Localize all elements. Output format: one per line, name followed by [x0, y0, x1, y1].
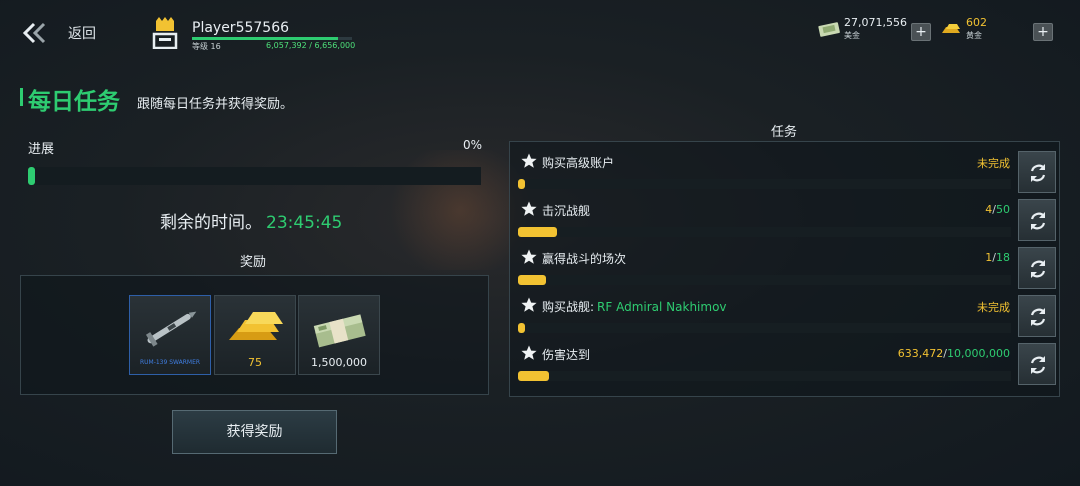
back-label: 返回: [68, 26, 96, 42]
refresh-icon: [1030, 260, 1046, 278]
task-progress-fill: [518, 227, 558, 237]
reward-label-cash: 1,500,000: [311, 356, 367, 369]
time-remaining: 剩余的时间。 23:45:45: [160, 208, 342, 233]
refresh-task-button[interactable]: [1018, 151, 1056, 193]
currency-gold: 602 黄金: [940, 16, 987, 41]
task-row: 赢得战斗的场次 1/18: [514, 242, 1014, 290]
progress-label: 进展: [28, 142, 55, 157]
star-icon: [521, 201, 537, 216]
task-status: 未完成: [977, 157, 1010, 170]
gold-value: 602: [966, 16, 987, 29]
level-label: 等级 16: [192, 42, 221, 51]
tasks-title: 任务: [771, 125, 798, 140]
task-status: 4/50: [985, 203, 1010, 216]
reward-label-gold: 75: [248, 356, 262, 369]
rewards-title: 奖励: [240, 255, 267, 270]
refresh-icon: [1030, 212, 1046, 230]
page-title: 每日任务: [28, 89, 120, 115]
daily-progress-bar: [28, 167, 481, 185]
task-progress-bar: [518, 227, 1011, 237]
star-icon: [521, 153, 537, 168]
task-row: 购买战舰: RF Admiral Nakhimov 未完成: [514, 290, 1014, 338]
task-row: 购买高级账户 未完成: [514, 146, 1014, 194]
refresh-task-button[interactable]: [1018, 247, 1056, 289]
progress-percent: 0%: [463, 138, 483, 152]
task-status: 未完成: [977, 301, 1010, 314]
refresh-icon: [1030, 308, 1046, 326]
add-cash-button[interactable]: +: [911, 23, 931, 41]
task-status: 1/18: [985, 251, 1010, 264]
task-name: 击沉战舰: [542, 204, 591, 218]
refresh-task-button[interactable]: [1018, 295, 1056, 337]
rank-insignia-icon: [152, 17, 178, 49]
back-button[interactable]: 返回: [22, 20, 122, 46]
task-progress-fill: [518, 323, 526, 333]
currency-cash: 27,071,556 美金: [818, 16, 907, 41]
gold-bars-icon: [942, 23, 960, 33]
page-subtitle: 跟随每日任务并获得奖励。: [137, 97, 294, 112]
gold-bars-icon: [229, 312, 283, 340]
add-gold-button[interactable]: +: [1033, 23, 1053, 41]
reward-label-missile: RUM-139 SWARMER: [139, 359, 201, 366]
cash-label: 美金: [844, 31, 860, 40]
time-remaining-label: 剩余的时间。: [160, 213, 262, 233]
reward-card-cash[interactable]: 1,500,000: [298, 295, 380, 375]
cash-value: 27,071,556: [844, 16, 907, 29]
task-progress-fill: [518, 371, 550, 381]
time-remaining-value: 23:45:45: [266, 213, 343, 233]
star-icon: [521, 345, 537, 360]
star-icon: [521, 249, 537, 264]
player-name: Player557566: [192, 20, 290, 36]
reward-card-gold[interactable]: 75: [214, 295, 296, 375]
missile-icon: [145, 311, 197, 347]
star-icon: [521, 297, 537, 312]
task-row: 伤害达到 633,472/10,000,000: [514, 338, 1014, 386]
cash-icon: [818, 21, 840, 37]
task-name: 购买战舰: RF Admiral Nakhimov: [542, 300, 727, 314]
reward-card-missile[interactable]: RUM-139 SWARMER: [129, 295, 211, 375]
task-name: 赢得战斗的场次: [542, 252, 627, 266]
gold-label: 黄金: [966, 31, 982, 40]
claim-reward-button[interactable]: 获得奖励: [172, 410, 337, 454]
double-chevron-left-icon: [22, 22, 46, 44]
task-status: 633,472/10,000,000: [897, 347, 1010, 360]
xp-text: 6,057,392 / 6,656,000: [266, 41, 356, 50]
task-progress-bar: [518, 275, 1011, 285]
title-accent-bar: [20, 88, 23, 106]
xp-progress-fill: [192, 37, 338, 40]
task-progress-bar: [518, 371, 1011, 381]
cash-stack-icon: [313, 314, 366, 348]
refresh-icon: [1030, 356, 1046, 374]
refresh-icon: [1030, 164, 1046, 182]
task-name: 购买高级账户: [542, 156, 615, 170]
refresh-task-button[interactable]: [1018, 199, 1056, 241]
task-progress-fill: [518, 179, 526, 189]
task-name: 伤害达到: [542, 348, 591, 362]
task-row: 击沉战舰 4/50: [514, 194, 1014, 242]
refresh-task-button[interactable]: [1018, 343, 1056, 385]
xp-progress-bar: [192, 37, 352, 40]
task-progress-bar: [518, 179, 1011, 189]
daily-progress-fill: [28, 167, 35, 185]
task-progress-bar: [518, 323, 1011, 333]
task-progress-fill: [518, 275, 546, 285]
